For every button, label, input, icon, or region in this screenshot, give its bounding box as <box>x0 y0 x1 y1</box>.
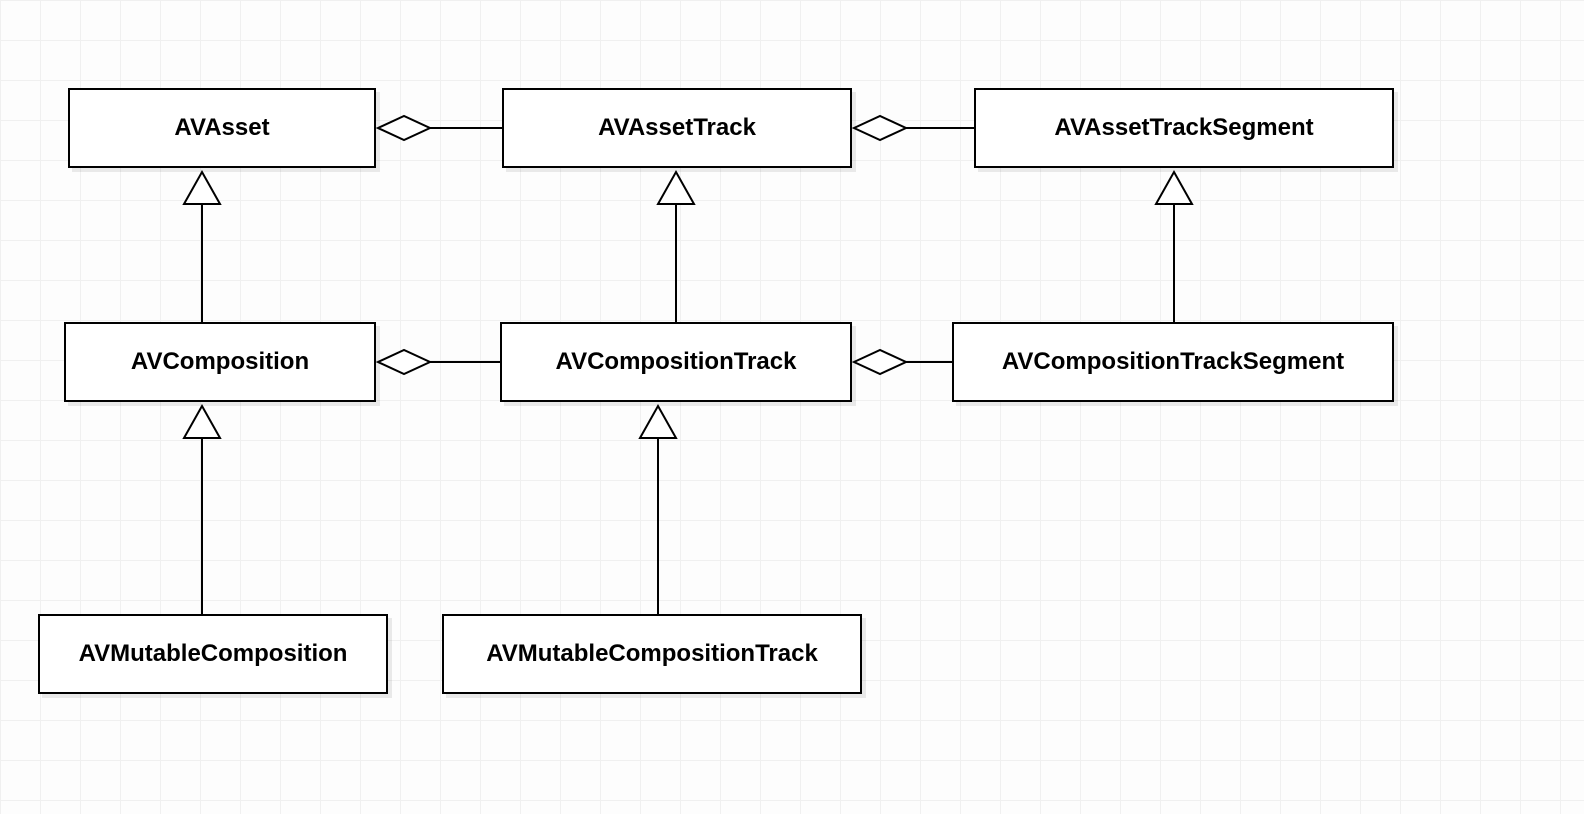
edge-aggregation-avassettrack-avassettracksegment <box>854 116 974 140</box>
class-label: AVMutableComposition <box>79 640 348 668</box>
class-label: AVComposition <box>131 348 309 376</box>
class-label: AVAsset <box>174 114 269 142</box>
class-avmutablecompositiontrack: AVMutableCompositionTrack <box>442 614 862 694</box>
uml-diagram: AVAsset AVAssetTrack AVAssetTrackSegment… <box>0 0 1584 814</box>
edge-inherit-avcomposition-avasset <box>184 172 220 322</box>
edge-aggregation-avcomposition-avcompositiontrack <box>378 350 500 374</box>
class-avmutablecomposition: AVMutableComposition <box>38 614 388 694</box>
class-label: AVAssetTrackSegment <box>1054 114 1313 142</box>
class-avcomposition: AVComposition <box>64 322 376 402</box>
edge-inherit-avmutablecompositiontrack-avcompositiontrack <box>640 406 676 614</box>
class-label: AVCompositionTrackSegment <box>1002 348 1344 376</box>
edge-inherit-avmutablecomposition-avcomposition <box>184 406 220 614</box>
edge-aggregation-avasset-avassettrack <box>378 116 502 140</box>
class-avassettrack: AVAssetTrack <box>502 88 852 168</box>
class-avcompositiontrack: AVCompositionTrack <box>500 322 852 402</box>
class-avassettracksegment: AVAssetTrackSegment <box>974 88 1394 168</box>
class-avcompositiontracksegment: AVCompositionTrackSegment <box>952 322 1394 402</box>
edge-inherit-avcompositiontrack-avassettrack <box>658 172 694 322</box>
class-label: AVAssetTrack <box>598 114 756 142</box>
edge-inherit-avcompositiontracksegment-avassettracksegment <box>1156 172 1192 322</box>
class-label: AVCompositionTrack <box>556 348 797 376</box>
class-avasset: AVAsset <box>68 88 376 168</box>
edge-aggregation-avcompositiontrack-avcompositiontracksegment <box>854 350 952 374</box>
class-label: AVMutableCompositionTrack <box>486 640 818 668</box>
